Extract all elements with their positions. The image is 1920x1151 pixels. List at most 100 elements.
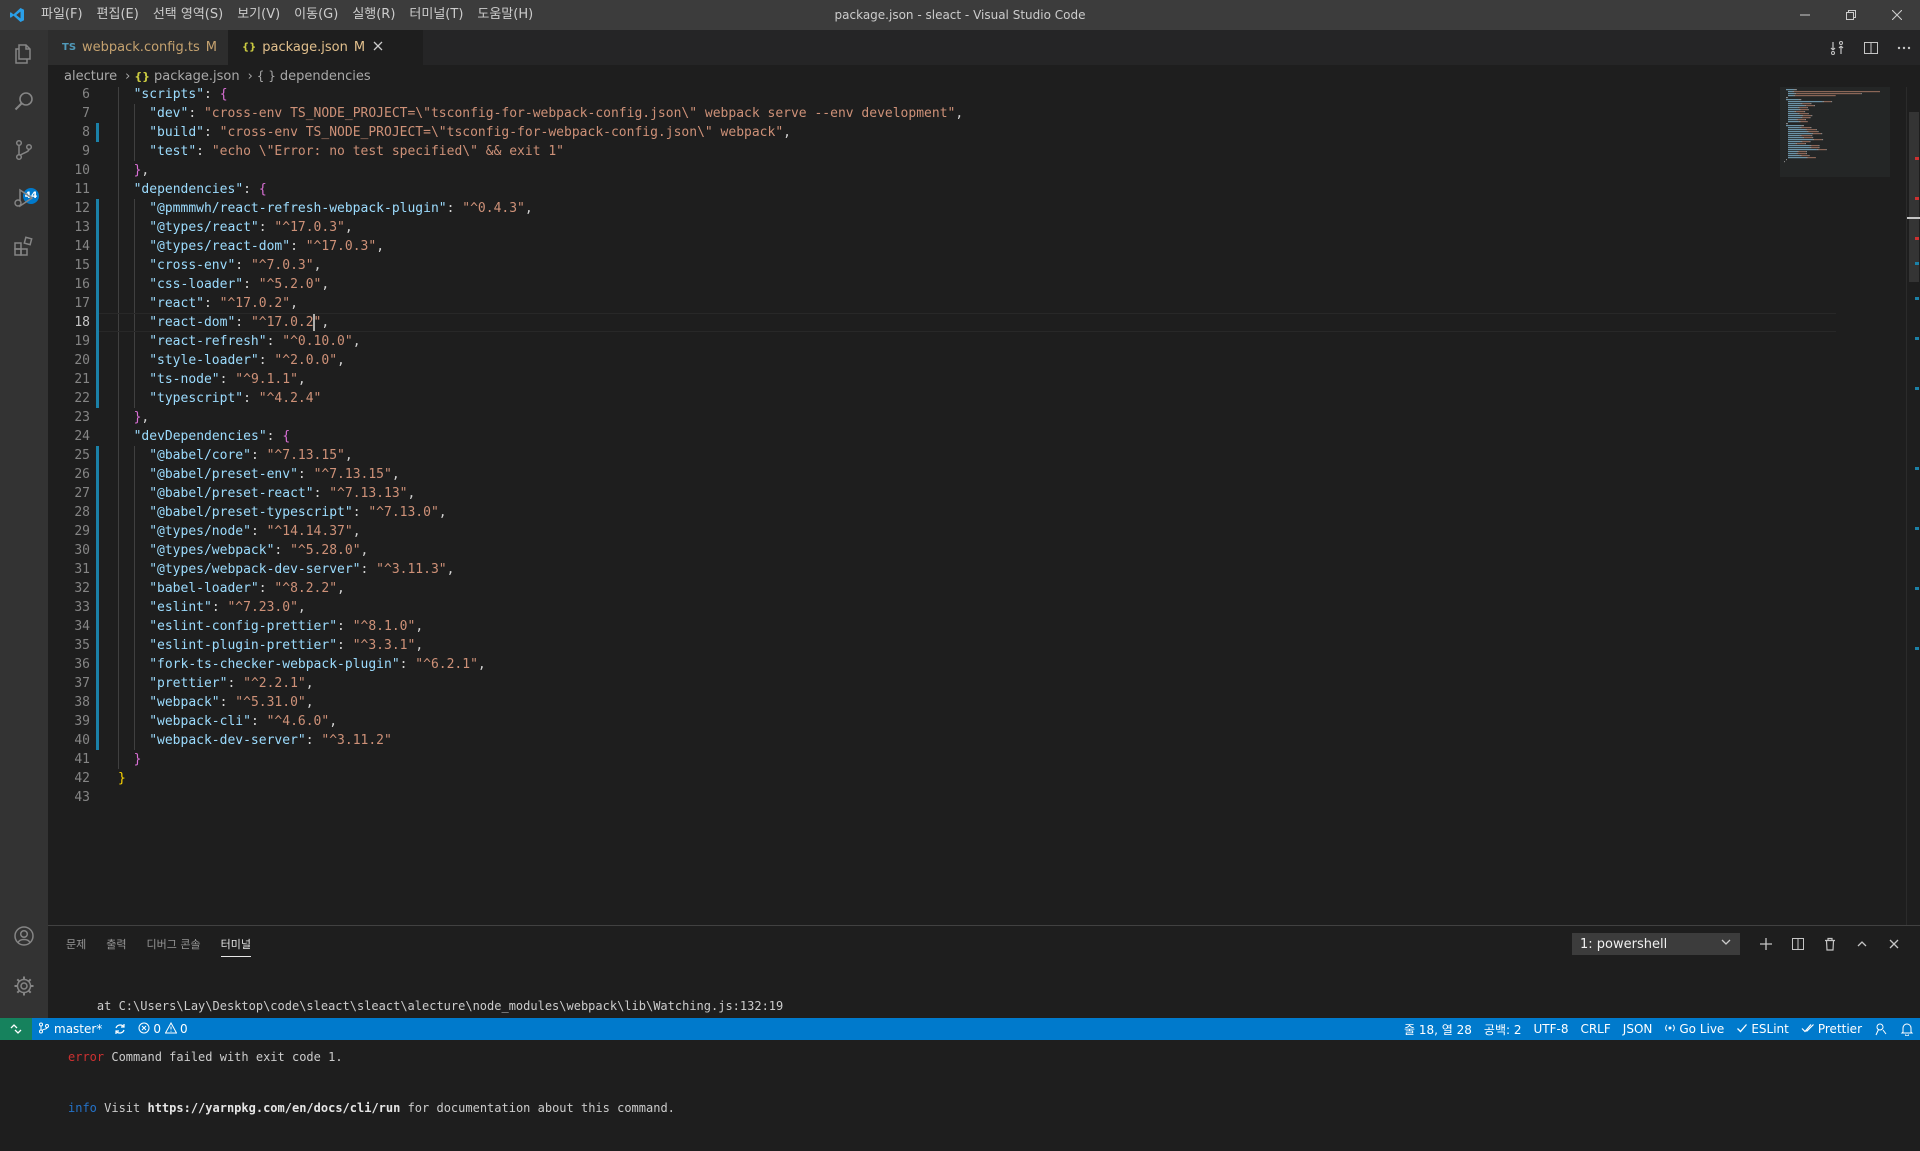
minimap-line (1802, 103, 1811, 105)
gutter-modified-marker (96, 655, 99, 674)
code-text: "test": "echo \"Error: no test specified… (149, 144, 565, 159)
minimap-line (1809, 141, 1811, 143)
menu-terminal[interactable]: 터미널(T) (402, 0, 470, 30)
search-icon[interactable] (0, 78, 48, 126)
menu-selection[interactable]: 선택 영역(S) (146, 0, 230, 30)
minimize-button[interactable] (1782, 0, 1828, 30)
new-terminal-plus-icon[interactable] (1750, 933, 1782, 955)
run-debug-icon[interactable] (0, 174, 48, 222)
minimap-line (1799, 135, 1802, 137)
code-text: "cross-env": "^7.0.3", (149, 258, 322, 273)
terminal-select-value: 1: powershell (1580, 936, 1668, 952)
breadcrumb-symbol[interactable]: dependencies (280, 69, 371, 84)
breadcrumb-file[interactable]: package.json (154, 69, 240, 84)
minimap-line (1811, 145, 1819, 147)
minimap-line (1800, 109, 1808, 111)
accounts-icon[interactable] (0, 912, 48, 960)
remote-icon[interactable] (0, 1018, 32, 1040)
line-number: 36 (74, 657, 90, 672)
manage-gear-icon[interactable] (0, 962, 48, 1010)
split-editor-icon[interactable] (1854, 30, 1887, 65)
menu-go[interactable]: 이동(G) (287, 0, 345, 30)
minimap-line (1805, 119, 1806, 121)
minimap-line (1818, 149, 1826, 151)
tab-problems[interactable]: 문제 (66, 936, 86, 957)
menu-edit[interactable]: 편집(E) (90, 0, 146, 30)
minimap-line (1812, 139, 1815, 141)
minimap-line (1788, 139, 1813, 141)
tab-webpack-config[interactable]: TS webpack.config.ts M (48, 30, 228, 65)
line-number: 25 (74, 448, 90, 463)
tab-terminal[interactable]: 터미널 (220, 936, 251, 957)
tab-output[interactable]: 출력 (106, 936, 126, 957)
close-panel-icon[interactable] (1878, 933, 1910, 955)
menu-view[interactable]: 보기(V) (230, 0, 287, 30)
menu-run[interactable]: 실행(R) (345, 0, 402, 30)
encoding[interactable]: UTF-8 (1527, 1018, 1574, 1040)
minimap-line (1788, 143, 1796, 145)
code-text: "react-refresh": "^0.10.0", (149, 334, 361, 349)
gutter-modified-marker (96, 712, 99, 731)
end-of-line[interactable]: CRLF (1574, 1018, 1616, 1040)
minimap-line (1794, 89, 1796, 91)
tab-close-icon[interactable] (373, 40, 383, 55)
vertical-scrollbar[interactable] (1906, 87, 1920, 925)
terminal-select[interactable]: 1: powershell (1572, 933, 1740, 955)
trash-icon[interactable] (1814, 933, 1846, 955)
code-text: "dev": "cross-env TS_NODE_PROJECT=\"tsco… (149, 106, 964, 121)
gutter-modified-marker (96, 370, 99, 389)
menu-file[interactable]: 파일(F) (34, 0, 90, 30)
cursor-position[interactable]: 줄 18, 열 28 (1398, 1018, 1478, 1040)
tab-debug-console[interactable]: 디버그 콘솔 (147, 936, 201, 957)
minimap-line (1786, 89, 1795, 91)
minimap-line (1786, 159, 1787, 161)
line-number: 23 (74, 410, 90, 425)
minimap-line (1824, 101, 1832, 103)
gutter-modified-marker (96, 484, 99, 503)
eslint-status[interactable]: ESLint (1730, 1018, 1795, 1040)
close-button[interactable] (1874, 0, 1920, 30)
code-text: "prettier": "^2.2.1", (149, 676, 314, 691)
text-cursor (313, 314, 315, 331)
minimap-line (1796, 119, 1798, 121)
title-bar: 파일(F) 편집(E) 선택 영역(S) 보기(V) 이동(G) 실행(R) 터… (0, 0, 1920, 30)
extensions-icon[interactable] (0, 222, 48, 270)
breadcrumb-folder[interactable]: alecture (64, 69, 117, 84)
indentation[interactable]: 공백: 2 (1478, 1018, 1528, 1040)
menu-help[interactable]: 도움말(H) (470, 0, 540, 30)
line-number: 9 (82, 144, 90, 159)
line-number: 12 (74, 201, 90, 216)
problems-status[interactable]: 0 0 (132, 1018, 193, 1040)
code-text: "build": "cross-env TS_NODE_PROJECT=\"ts… (149, 125, 791, 140)
gutter-modified-marker (96, 693, 99, 712)
terminal-output[interactable]: at C:\Users\Lay\Desktop\code\sleact\slea… (68, 964, 783, 1151)
language-mode[interactable]: JSON (1617, 1018, 1659, 1040)
more-actions-icon[interactable] (1887, 30, 1920, 65)
maximize-panel-icon[interactable] (1846, 933, 1878, 955)
minimap-line (1788, 127, 1800, 129)
code-line: 28 "@babel/preset-typescript": "^7.13.0", (48, 503, 1788, 522)
source-control-icon[interactable] (0, 126, 48, 174)
minimap-line (1811, 133, 1814, 135)
feedback-icon[interactable] (1868, 1018, 1894, 1040)
split-terminal-icon[interactable] (1782, 933, 1814, 955)
branch-status[interactable]: master* (32, 1018, 108, 1040)
tab-package-json[interactable]: {} package.json M (228, 30, 423, 65)
explorer-icon[interactable] (0, 30, 48, 78)
code-text: "css-loader": "^5.2.0", (149, 277, 330, 292)
minimap-line (1804, 137, 1813, 139)
gutter-modified-marker (96, 275, 99, 294)
code-editor[interactable]: 6 "scripts": {7 "dev": "cross-env TS_NODE_… (48, 87, 1920, 925)
sync-icon[interactable] (108, 1018, 132, 1040)
line-number: 26 (74, 467, 90, 482)
code-text: "react": "^17.0.2", (149, 296, 298, 311)
restore-button[interactable] (1828, 0, 1874, 30)
open-changes-icon[interactable] (1821, 30, 1854, 65)
go-live-button[interactable]: Go Live (1658, 1018, 1730, 1040)
prettier-status[interactable]: Prettier (1795, 1018, 1868, 1040)
minimap[interactable] (1780, 87, 1890, 925)
tab-modified-indicator: M (205, 40, 217, 55)
minimap-line (1794, 91, 1880, 93)
minimap-line (1811, 135, 1813, 137)
notifications-bell-icon[interactable] (1894, 1018, 1920, 1040)
